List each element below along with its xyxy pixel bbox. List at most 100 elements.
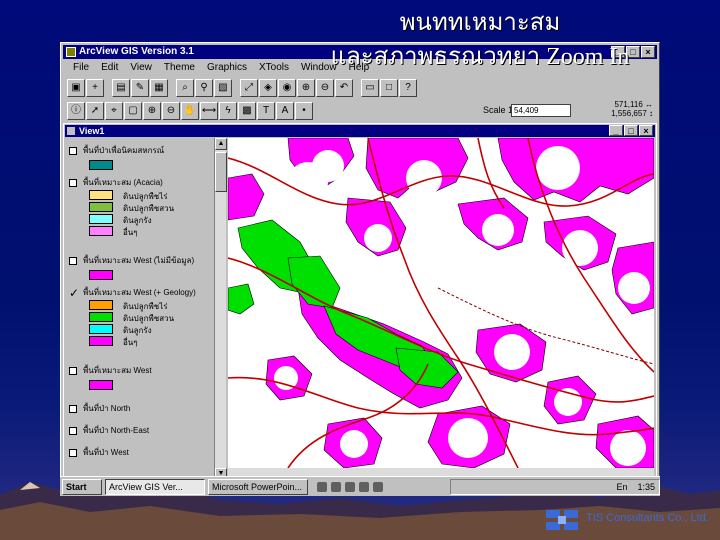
theme-2-swatch-3 [89,214,113,224]
help-icon[interactable]: ? [399,79,417,97]
draw-icon[interactable]: • [295,102,313,120]
view-window: View1 _ □ × พื้นที่ป่าเพื่อนิคมสหกรณ์ พื… [63,123,657,481]
coord-y: 1,556,657 ↕ [611,109,653,118]
theme-2-swatch-4 [89,226,113,236]
quick-launch [311,479,445,495]
theme-properties-icon[interactable]: ▤ [112,79,130,97]
menu-xtools[interactable]: XTools [253,60,295,76]
taskbar-item-arcview[interactable]: ArcView GIS Ver... [105,478,205,495]
zoom-out-icon[interactable]: ⊖ [316,79,334,97]
language-indicator[interactable]: En [616,482,627,492]
coord-x: 571,116 ↔ [614,100,653,109]
toc-scrollbar[interactable]: ▲ ▼ [214,138,227,480]
map-display[interactable] [228,138,654,468]
add-theme-icon[interactable]: + [86,79,104,97]
arcview-app-icon [66,47,76,57]
view-titlebar[interactable]: View1 _ □ × [65,125,655,137]
view-maximize-button[interactable]: □ [624,125,638,136]
theme-5-label: พื้นที่เหมาะสม West [83,366,152,375]
theme-6[interactable]: พื้นที่ป่า North [69,402,130,415]
zoom-in-icon[interactable]: ⊕ [297,79,315,97]
vertex-edit-icon[interactable]: ⌖ [105,102,123,120]
theme-2-checkbox[interactable] [69,178,77,187]
menu-theme[interactable]: Theme [158,60,201,76]
theme-1[interactable]: พื้นที่ป่าเพื่อนิคมสหกรณ์ [69,144,164,157]
clear-selection-icon[interactable]: □ [380,79,398,97]
theme-7-checkbox[interactable] [69,426,77,435]
pan-icon[interactable]: ✋ [181,102,199,120]
open-table-icon[interactable]: ▦ [150,79,168,97]
coordinate-readout: 571,116 ↔ 1,556,657 ↕ [599,100,653,118]
zoom-previous-icon[interactable]: ↶ [335,79,353,97]
pointer-icon[interactable]: ➚ [86,102,104,120]
text-icon[interactable]: A [276,102,294,120]
measure-icon[interactable]: ⟷ [200,102,218,120]
theme-3[interactable]: พื้นที่เหมาะสม West (ไม่มีข้อมูล) [69,254,194,267]
locate-address-icon[interactable]: ⚲ [195,79,213,97]
query-builder-icon[interactable]: ▧ [214,79,232,97]
identify-icon[interactable]: ⓘ [67,102,85,120]
view-close-button[interactable]: × [639,125,653,136]
zoom-to-themes-icon[interactable]: ◈ [259,79,277,97]
quick-launch-icon-2[interactable] [331,481,341,492]
scroll-thumb[interactable] [215,152,227,192]
view-title: View1 [79,126,105,136]
map-canvas[interactable] [228,138,654,468]
theme-2-swatch-1 [89,190,113,200]
menu-graphics[interactable]: Graphics [201,60,253,76]
zoom-to-selected-icon[interactable]: ◉ [278,79,296,97]
system-tray: En 1:35 [450,478,660,495]
theme-5-checkbox[interactable] [69,366,77,375]
select-features-icon[interactable]: ▭ [361,79,379,97]
theme-1-checkbox[interactable] [69,146,77,155]
theme-8-checkbox[interactable] [69,448,77,457]
company-logo-icon [546,510,578,530]
table-of-contents: พื้นที่ป่าเพื่อนิคมสหกรณ์ พื้นที่เหมาะสม… [65,138,213,480]
theme-1-label: พื้นที่ป่าเพื่อนิคมสหกรณ์ [83,146,165,155]
theme-4-swatch-4 [89,336,113,346]
menu-file[interactable]: File [67,60,95,76]
theme-2-label: พื้นที่เหมาะสม (Acacia) [83,178,163,187]
label-icon[interactable]: T [257,102,275,120]
theme-5[interactable]: พื้นที่เหมาะสม West [69,364,152,377]
area-of-interest-icon[interactable]: ▩ [238,102,256,120]
quick-launch-icon-4[interactable] [359,481,369,492]
edit-legend-icon[interactable]: ✎ [131,79,149,97]
theme-6-checkbox[interactable] [69,404,77,413]
start-button[interactable]: Start [62,478,102,495]
hotlink-icon[interactable]: ϟ [219,102,237,120]
theme-2[interactable]: พื้นที่เหมาะสม (Acacia) [69,176,163,189]
theme-4-swatch-1 [89,300,113,310]
save-icon[interactable]: ▣ [67,79,85,97]
quick-launch-icon-1[interactable] [317,481,327,492]
theme-4-swatch-2 [89,312,113,322]
theme-4-label: พื้นที่เหมาะสม West (+ Geology) [83,288,196,297]
quick-launch-icon-5[interactable] [373,481,383,492]
select-feature-icon[interactable]: ▢ [124,102,142,120]
clock: 1:35 [637,481,655,492]
theme-8[interactable]: พื้นที่ป่า West [69,446,129,459]
zoom-out-tool-icon[interactable]: ⊖ [162,102,180,120]
theme-4-swatch-3 [89,324,113,334]
quick-launch-icon-3[interactable] [345,481,355,492]
zoom-in-tool-icon[interactable]: ⊕ [143,102,161,120]
zoom-full-extent-icon[interactable]: ⤢ [240,79,258,97]
theme-2-class-4: อื่นๆ [123,228,138,237]
theme-3-swatch [89,270,113,280]
scroll-up-icon[interactable]: ▲ [215,138,227,150]
menu-edit[interactable]: Edit [95,60,124,76]
geology-polygons [228,219,459,389]
company-name: TIS Consultants Co., Ltd. [586,512,709,524]
find-icon[interactable]: ⌕ [176,79,194,97]
theme-7-label: พื้นที่ป่า North-East [83,426,150,435]
scale-input[interactable]: 54,409 [511,104,571,117]
taskbar-item-powerpoint[interactable]: Microsoft PowerPoin... [208,478,308,495]
theme-4-checkbox-checked[interactable]: ✓ [69,287,79,299]
app-title: ArcView GIS Version 3.1 [79,46,194,57]
theme-4[interactable]: ✓ พื้นที่เหมาะสม West (+ Geology) [69,286,196,299]
theme-7[interactable]: พื้นที่ป่า North-East [69,424,149,437]
theme-3-checkbox[interactable] [69,256,77,265]
theme-5-swatch [89,380,113,390]
menu-view[interactable]: View [124,60,158,76]
view-minimize-button[interactable]: _ [609,125,623,136]
